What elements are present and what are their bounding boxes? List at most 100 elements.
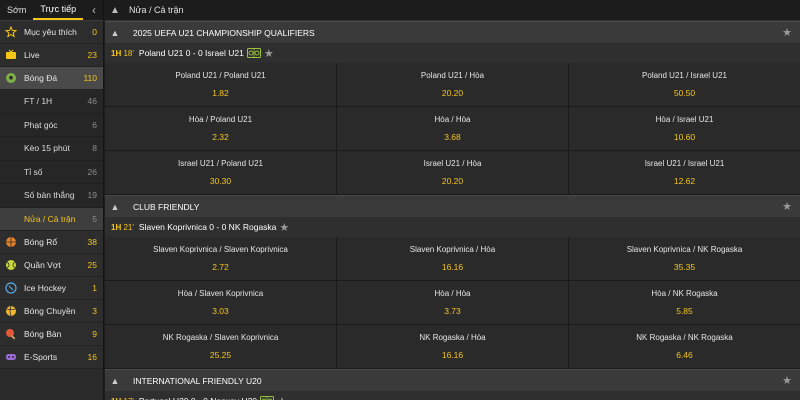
sidebar-item-count: 25 (87, 260, 97, 270)
odds-value: 20.20 (441, 176, 464, 186)
odds-cell[interactable]: Hòa / Hòa 3.68 (337, 107, 569, 150)
sidebar-item-ice-hockey[interactable]: Ice Hockey 1 (0, 277, 103, 300)
sidebar-subitem-count: 6 (92, 119, 97, 130)
chevron-up-icon[interactable]: ▲ (105, 376, 125, 386)
chevron-up-icon[interactable]: ▲ (105, 28, 125, 38)
sidebar-subitem-ft-1h[interactable]: FT / 1H 46 (0, 90, 103, 114)
odds-row: Poland U21 / Poland U21 1.82 Poland U21 / … (105, 63, 800, 107)
sidebar-item-count: 1 (92, 283, 97, 293)
sidebar-item-label: Bóng Chuyền (24, 306, 76, 316)
favorite-star-icon[interactable]: ★ (782, 26, 792, 39)
odds-row: Hòa / Poland U21 2.32 Hòa / Hòa 3.68 Hòa / I… (105, 107, 800, 151)
odds-value: 2.32 (212, 132, 229, 142)
odds-cell[interactable]: Israel U21 / Poland U21 30.30 (105, 151, 337, 194)
selection-label: Slaven Koprivnica / Slaven Koprivnica (153, 245, 288, 254)
selection-label: Poland U21 / Hòa (420, 71, 485, 80)
selection-label: NK Rogaska / Slaven Koprivnica (162, 333, 279, 342)
table-tennis-icon (5, 328, 17, 340)
chevron-up-icon[interactable]: ▲ (105, 202, 125, 212)
odds-cell[interactable]: Hòa / Israel U21 10.60 (569, 107, 800, 150)
gamepad-icon (5, 351, 17, 363)
odds-cell[interactable]: Hòa / NK Rogaska 5.85 (569, 281, 800, 324)
match-favorite-star-icon[interactable]: ★ (277, 395, 287, 400)
sidebar-item-label: Live (24, 50, 40, 60)
sidebar-subitem-half-full[interactable]: Nửa / Cả trận 5 (0, 207, 103, 231)
odds-cell[interactable]: NK Rogaska / Hòa 16.16 (337, 325, 569, 368)
sidebar-subitem-count: 5 (92, 213, 97, 224)
odds-cell[interactable]: NK Rogaska / NK Rogaska 6.46 (569, 325, 800, 368)
odds-cell[interactable]: Slaven Koprivnica / NK Rogaska 35.35 (569, 237, 800, 280)
star-outline-icon (5, 26, 17, 38)
match-period: 1H (111, 222, 122, 232)
live-stream-icon[interactable] (246, 48, 261, 58)
sidebar-item-label: Ice Hockey (24, 283, 67, 293)
match-header: 1H 17' Portugal U20 0 - 0 Norway U20 ★ (105, 391, 800, 400)
match-period: 1H (111, 48, 122, 58)
sidebar-item-label: Bóng Rổ (24, 237, 58, 247)
odds-cell[interactable]: Slaven Koprivnica / Hòa 16.16 (337, 237, 569, 280)
basketball-icon (5, 236, 17, 248)
odds-cell[interactable]: NK Rogaska / Slaven Koprivnica 25.25 (105, 325, 337, 368)
live-stream-icon[interactable] (260, 396, 275, 400)
competition-name: CLUB FRIENDLY (133, 201, 200, 212)
odds-cell[interactable]: Israel U21 / Hòa 20.20 (337, 151, 569, 194)
odds-cell[interactable]: Poland U21 / Israel U21 50.50 (569, 63, 800, 106)
match-favorite-star-icon[interactable]: ★ (264, 47, 274, 60)
sidebar-subitem-corners[interactable]: Phạt góc 6 (0, 113, 103, 137)
odds-value: 1.82 (212, 88, 229, 98)
sidebar-item-live[interactable]: Live 23 (0, 44, 103, 67)
sidebar-subitem-score[interactable]: Tỉ số 26 (0, 160, 103, 184)
odds-cell[interactable]: Hòa / Poland U21 2.32 (105, 107, 337, 150)
odds-cell[interactable]: Israel U21 / Israel U21 12.62 (569, 151, 800, 194)
breadcrumb: ▲ Nửa / Cả trận (105, 0, 800, 21)
odds-value: 50.50 (673, 88, 696, 98)
sidebar: Sớm Trực tiếp ‹ Mục yêu thích 0 Live 23 … (0, 0, 104, 400)
selection-label: Slaven Koprivnica / NK Rogaska (626, 245, 743, 254)
favorite-star-icon[interactable]: ★ (782, 374, 792, 387)
sidebar-item-volleyball[interactable]: Bóng Chuyền 3 (0, 300, 103, 323)
odds-cell[interactable]: Hòa / Slaven Koprivnica 3.03 (105, 281, 337, 324)
selection-label: Israel U21 / Hòa (423, 159, 482, 168)
caret-up-icon[interactable]: ▲ (105, 5, 125, 16)
sidebar-item-count: 110 (83, 73, 97, 83)
odds-value: 2.72 (212, 262, 229, 272)
sidebar-item-table-tennis[interactable]: Bóng Bàn 9 (0, 323, 103, 346)
sidebar-item-favorites[interactable]: Mục yêu thích 0 (0, 21, 103, 44)
tennis-ball-icon (5, 259, 17, 271)
sidebar-item-count: 3 (92, 306, 97, 316)
match-header: 1H 21' Slaven Koprivnica 0 - 0 NK Rogaska… (105, 217, 800, 237)
selection-label: Hòa / Poland U21 (188, 115, 253, 124)
selection-label: Hòa / Hòa (434, 115, 471, 124)
sidebar-subitem-15min[interactable]: Kèo 15 phút 8 (0, 137, 103, 161)
favorite-star-icon[interactable]: ★ (782, 200, 792, 213)
sidebar-item-label: Bóng Đá (24, 73, 58, 83)
sidebar-item-tennis[interactable]: Quần Vợt 25 (0, 254, 103, 277)
sidebar-subitem-label: Kèo 15 phút (24, 143, 70, 154)
competition-list: ▲ 2025 UEFA U21 CHAMPIONSHIP QUALIFIERS ★ 1… (105, 21, 800, 400)
odds-value: 6.46 (676, 350, 693, 360)
odds-cell[interactable]: Hòa / Hòa 3.73 (337, 281, 569, 324)
competition-header[interactable]: ▲ INTERNATIONAL FRIENDLY U20 ★ (105, 369, 800, 391)
selection-label: Hòa / Slaven Koprivnica (177, 289, 264, 298)
odds-value: 10.60 (673, 132, 696, 142)
sidebar-item-soccer[interactable]: Bóng Đá 110 (0, 67, 103, 90)
odds-value: 12.62 (673, 176, 696, 186)
competition-header[interactable]: ▲ 2025 UEFA U21 CHAMPIONSHIP QUALIFIERS ★ (105, 21, 800, 43)
sidebar-subitem-label: Tỉ số (24, 166, 43, 177)
odds-cell[interactable]: Poland U21 / Hòa 20.20 (337, 63, 569, 106)
odds-cell[interactable]: Slaven Koprivnica / Slaven Koprivnica 2.7… (105, 237, 337, 280)
match-favorite-star-icon[interactable]: ★ (279, 221, 289, 234)
odds-value: 16.16 (441, 262, 464, 272)
competition-header[interactable]: ▲ CLUB FRIENDLY ★ (105, 195, 800, 217)
odds-cell[interactable]: Poland U21 / Poland U21 1.82 (105, 63, 337, 106)
chevron-left-icon[interactable]: ‹ (85, 0, 103, 20)
tab-early[interactable]: Sớm (0, 0, 33, 20)
tab-live[interactable]: Trực tiếp (33, 0, 84, 20)
sidebar-item-basketball[interactable]: Bóng Rổ 38 (0, 231, 103, 254)
selection-label: Israel U21 / Poland U21 (178, 159, 263, 168)
odds-value: 25.25 (209, 350, 232, 360)
sidebar-subitem-total-goals[interactable]: Số bàn thắng 19 (0, 184, 103, 208)
sidebar-item-esports[interactable]: E-Sports 16 (0, 346, 103, 369)
sidebar-item-count: 38 (87, 237, 97, 247)
odds-value: 5.85 (676, 306, 693, 316)
